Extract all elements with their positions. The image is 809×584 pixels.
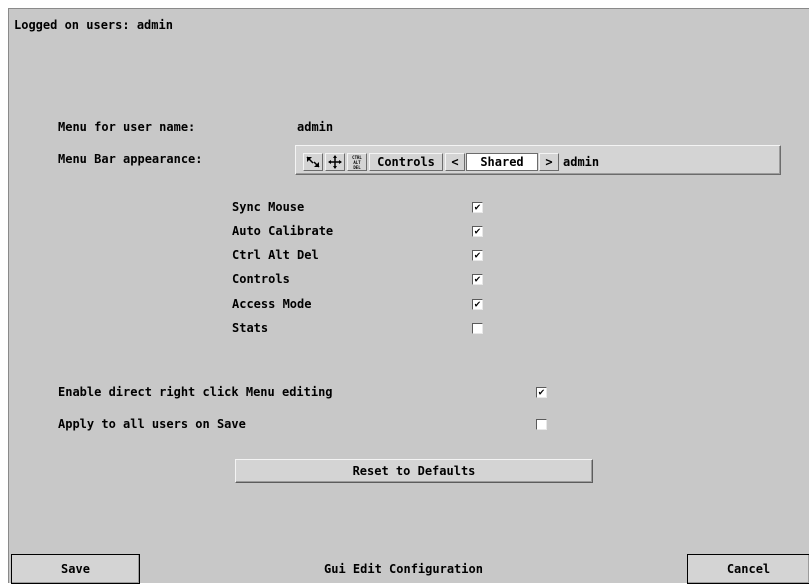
menu-bar-user: admin	[563, 155, 600, 169]
mode-left-arrow[interactable]: <	[445, 153, 465, 171]
menu-bar-preview: CTRL ALT DEL Controls < Shared > admin	[295, 145, 781, 175]
setting-label: Enable direct right click Menu editing	[58, 385, 333, 399]
logged-on-users: Logged on users: admin	[14, 18, 173, 32]
ctrl-alt-del-icon[interactable]: CTRL ALT DEL	[347, 153, 367, 171]
save-button[interactable]: Save	[11, 554, 140, 584]
setting-checkbox[interactable]: ✔	[536, 387, 547, 398]
option-checkbox[interactable]: ✔	[472, 250, 483, 261]
option-label: Ctrl Alt Del	[232, 248, 319, 262]
ctrl-alt-del-glyph: CTRL ALT DEL	[352, 155, 362, 170]
option-checkbox[interactable]: ✔	[472, 226, 483, 237]
resize-corner-icon[interactable]	[303, 153, 323, 171]
option-checkbox[interactable]: ✔	[472, 299, 483, 310]
gui-edit-screen: Logged on users: admin Menu for user nam…	[8, 8, 809, 584]
option-checkbox[interactable]	[472, 323, 483, 334]
option-label: Stats	[232, 321, 269, 335]
reset-defaults-button[interactable]: Reset to Defaults	[235, 459, 593, 483]
menu-for-value: admin	[297, 120, 334, 134]
option-label: Sync Mouse	[232, 200, 305, 214]
move-cross-icon[interactable]	[325, 153, 345, 171]
access-mode-field: Shared	[466, 153, 538, 171]
option-checkbox[interactable]: ✔	[472, 274, 483, 285]
option-label: Controls	[232, 272, 290, 286]
page-title: Gui Edit Configuration	[324, 562, 483, 576]
mode-right-arrow[interactable]: >	[539, 153, 559, 171]
option-label: Access Mode	[232, 297, 312, 311]
menu-bar-appearance-label: Menu Bar appearance:	[58, 152, 203, 166]
option-label: Auto Calibrate	[232, 224, 334, 238]
option-checkbox[interactable]: ✔	[472, 202, 483, 213]
setting-checkbox[interactable]	[536, 419, 547, 430]
setting-label: Apply to all users on Save	[58, 417, 246, 431]
menu-for-label: Menu for user name:	[58, 120, 196, 134]
controls-button[interactable]: Controls	[369, 153, 443, 171]
cancel-button[interactable]: Cancel	[687, 554, 809, 584]
